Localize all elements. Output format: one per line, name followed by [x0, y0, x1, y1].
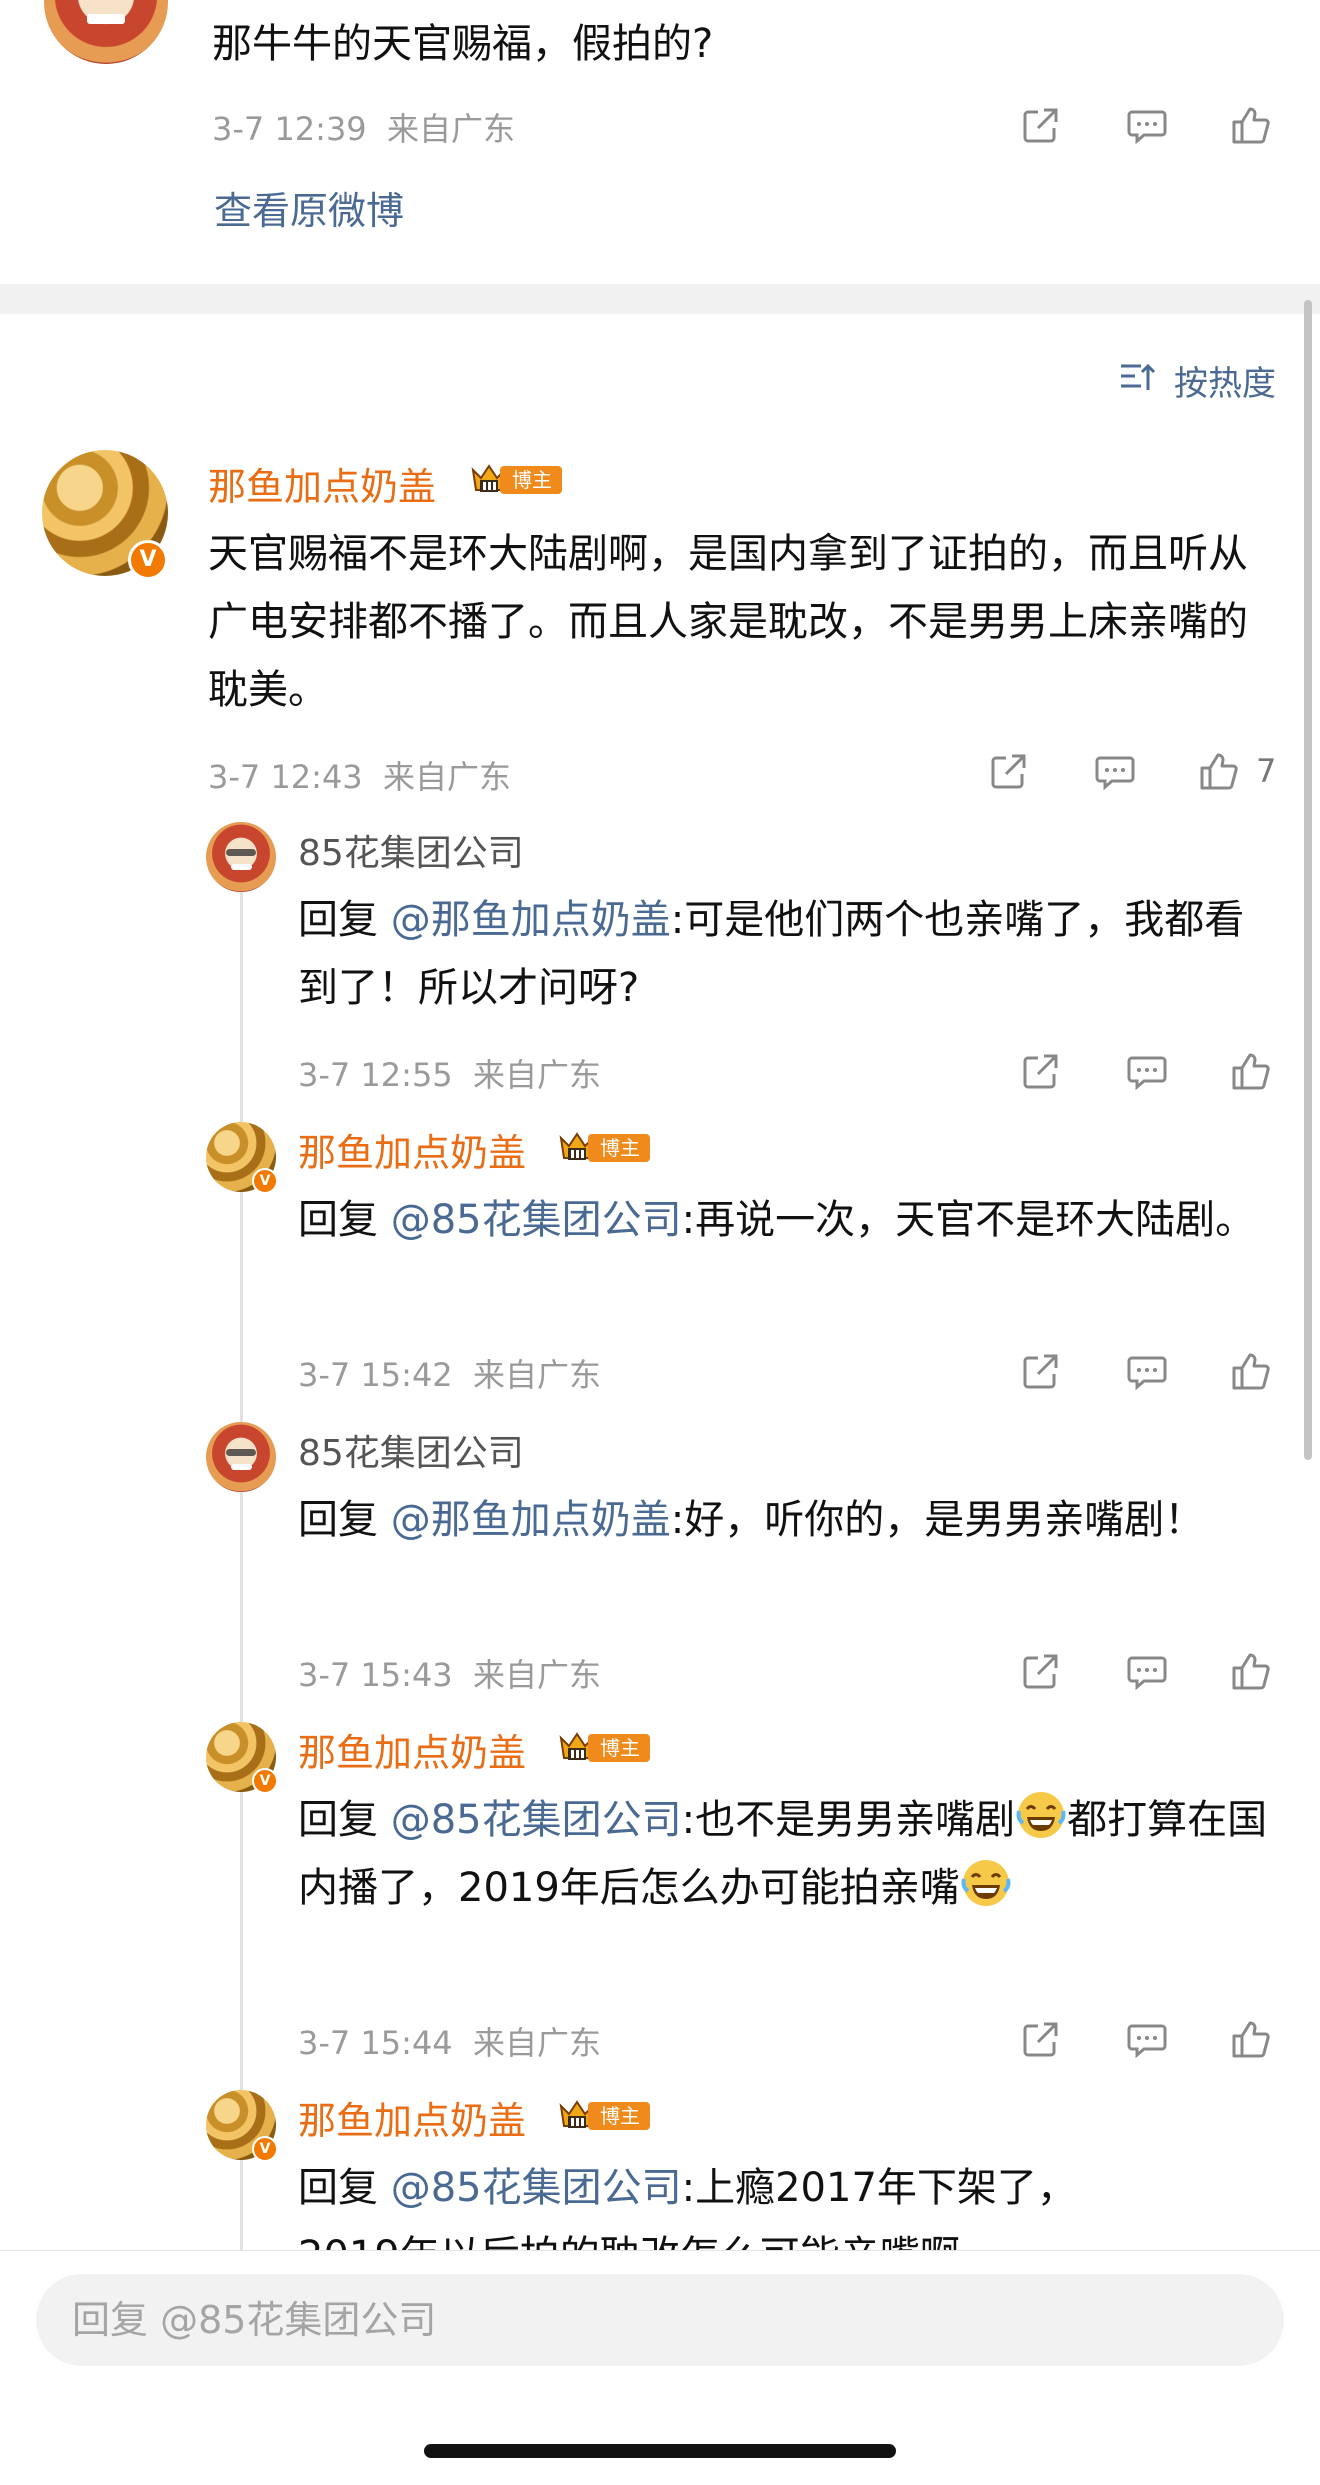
comment-icon[interactable] [1122, 1046, 1172, 1096]
share-icon[interactable] [1016, 1046, 1066, 1096]
reply-meta: 3-7 12:55 来自广东 [298, 1050, 601, 1096]
location-label: 来自广东 [473, 1056, 602, 1094]
share-icon[interactable] [1016, 1646, 1066, 1696]
laughing-tears-emoji [1015, 1789, 1067, 1841]
mention-link[interactable]: @85花集团公司 [391, 1197, 682, 1243]
mention-link[interactable]: @85花集团公司 [391, 1797, 682, 1843]
avatar[interactable] [206, 822, 276, 892]
reply-meta: 3-7 15:44 来自广东 [298, 2018, 601, 2064]
reply-prefix: 回复 [298, 1797, 391, 1843]
root-comment-time: 3-7 12:39 来自广东 [212, 104, 515, 150]
location-label: 来自广东 [473, 1656, 602, 1694]
badge-label: 博主 [588, 2102, 650, 2130]
reply-author[interactable]: 那鱼加点奶盖 [298, 2090, 526, 2145]
root-avatar[interactable] [44, 0, 168, 64]
like-icon[interactable] [1194, 746, 1244, 796]
reply-body: :再说一次，天官不是环大陆剧。 [681, 1197, 1256, 1243]
reply-text: 回复 @85花集团公司:再说一次，天官不是环大陆剧。 [298, 1186, 1278, 1254]
sort-by-hot-button[interactable]: 按热度 [1174, 356, 1276, 405]
reply-author[interactable]: 85花集团公司 [298, 1424, 524, 1476]
reply-meta: 3-7 15:43 来自广东 [298, 1650, 601, 1696]
share-icon[interactable] [1016, 100, 1066, 150]
comment-text: 天官赐福不是环大陆剧啊，是国内拿到了证拍的，而且听从广电安排都不播了。而且人家是… [208, 531, 1248, 713]
location-label: 来自广东 [383, 758, 512, 796]
reply-text: 回复 @那鱼加点奶盖:可是他们两个也亲嘴了，我都看到了！所以才问呀? [298, 886, 1278, 1022]
home-indicator[interactable] [424, 2444, 896, 2458]
like-icon[interactable] [1226, 100, 1276, 150]
comment-icon[interactable] [1122, 1346, 1172, 1396]
verified-icon: V [128, 540, 168, 580]
reply-prefix: 回复 [298, 1197, 391, 1243]
comment-author[interactable]: 那鱼加点奶盖 [208, 456, 436, 511]
time-label: 3-7 15:44 [298, 2024, 453, 2062]
badge-label: 博主 [500, 466, 562, 494]
section-divider [0, 284, 1320, 314]
reply-prefix: 回复 [298, 897, 391, 943]
reply-author[interactable]: 那鱼加点奶盖 [298, 1122, 526, 1177]
comment-icon[interactable] [1122, 100, 1172, 150]
root-comment: 那牛牛的天官赐福，假拍的? 3-7 12:39 来自广东 查看原微博 [0, 0, 1320, 284]
time-label: 3-7 12:39 [212, 110, 367, 148]
badge-label: 博主 [588, 1134, 650, 1162]
reply-body: :也不是男男亲嘴剧 [681, 1797, 1016, 1843]
time-label: 3-7 15:43 [298, 1656, 453, 1694]
reply-input[interactable] [36, 2274, 1284, 2366]
reply-text: 回复 @85花集团公司:也不是男男亲嘴剧 都打算在国内播了，2019年后怎么办可能… [298, 1786, 1278, 1922]
verified-icon: V [252, 2136, 278, 2162]
sort-icon[interactable] [1118, 358, 1156, 396]
root-comment-text: 那牛牛的天官赐福，假拍的? [212, 21, 714, 67]
location-label: 来自广东 [473, 2024, 602, 2062]
share-icon[interactable] [1016, 2014, 1066, 2064]
mention-link[interactable]: @那鱼加点奶盖 [391, 897, 671, 943]
reply-body: :好，听你的，是男男亲嘴剧！ [670, 1497, 1205, 1543]
comment-icon[interactable] [1122, 2014, 1172, 2064]
location-label: 来自广东 [387, 110, 516, 148]
avatar[interactable] [206, 1422, 276, 1492]
comment-icon[interactable] [1090, 746, 1140, 796]
reply-author[interactable]: 那鱼加点奶盖 [298, 1722, 526, 1777]
reply-prefix: 回复 [298, 2165, 391, 2211]
reply-text: 回复 @85花集团公司:上瘾2017年下架了， [298, 2154, 1278, 2222]
scrollbar[interactable] [1304, 300, 1312, 1460]
like-icon[interactable] [1226, 1046, 1276, 1096]
time-label: 3-7 15:42 [298, 1356, 453, 1394]
reply-body: :上瘾2017年下架了， [681, 2165, 1077, 2211]
reply-meta: 3-7 15:42 来自广东 [298, 1350, 601, 1396]
like-count: 7 [1256, 752, 1277, 790]
laughing-tears-emoji [960, 1857, 1012, 1909]
like-icon[interactable] [1226, 2014, 1276, 2064]
view-original-link[interactable]: 查看原微博 [214, 180, 404, 235]
like-icon[interactable] [1226, 1346, 1276, 1396]
time-label: 3-7 12:55 [298, 1056, 453, 1094]
reply-author[interactable]: 85花集团公司 [298, 824, 524, 876]
like-icon[interactable] [1226, 1646, 1276, 1696]
comment-meta: 3-7 12:43 来自广东 [208, 752, 511, 798]
verified-icon: V [252, 1168, 278, 1194]
location-label: 来自广东 [473, 1356, 602, 1394]
badge-label: 博主 [588, 1734, 650, 1762]
share-icon[interactable] [984, 746, 1034, 796]
mention-link[interactable]: @那鱼加点奶盖 [391, 1497, 671, 1543]
share-icon[interactable] [1016, 1346, 1066, 1396]
time-label: 3-7 12:43 [208, 758, 363, 796]
verified-icon: V [252, 1768, 278, 1794]
thread-line [240, 830, 243, 2250]
reply-prefix: 回复 [298, 1497, 391, 1543]
comment-icon[interactable] [1122, 1646, 1172, 1696]
reply-text: 回复 @那鱼加点奶盖:好，听你的，是男男亲嘴剧！ [298, 1486, 1278, 1554]
mention-link[interactable]: @85花集团公司 [391, 2165, 682, 2211]
